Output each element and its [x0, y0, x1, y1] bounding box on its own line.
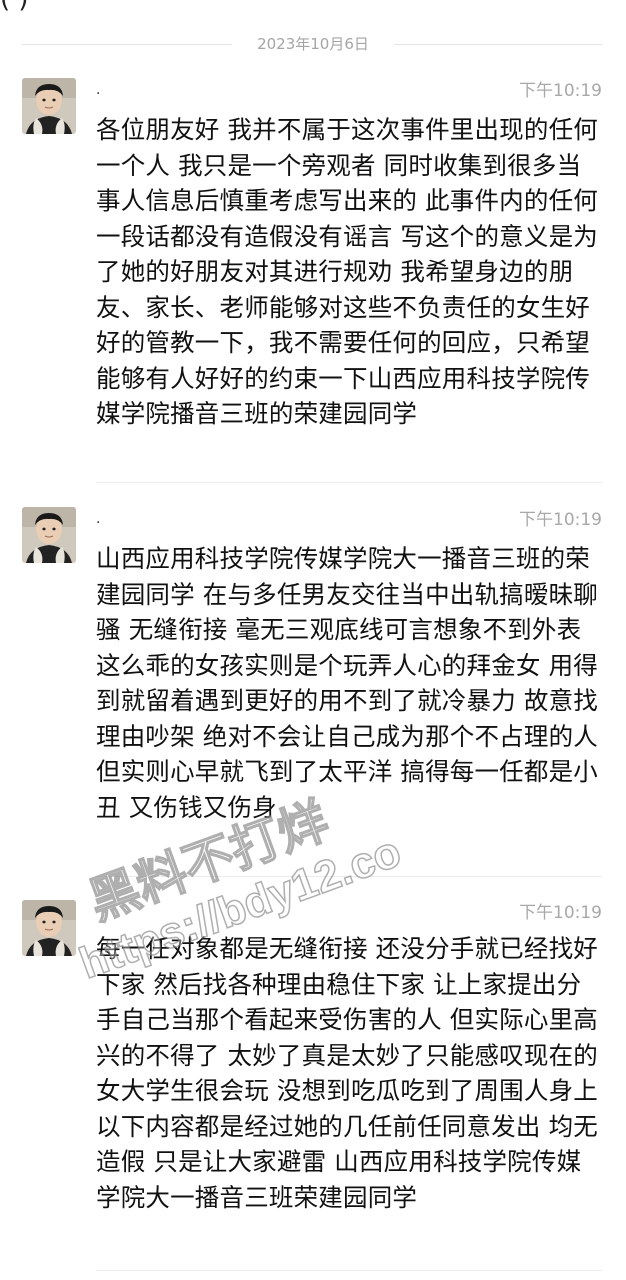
message-divider	[96, 876, 602, 877]
chat-message: . 下午10:19 各位朋友好 我并不属于这次事件里出现的任何一个人 我只是一个…	[0, 78, 626, 478]
avatar-photo-icon	[22, 900, 76, 956]
previous-message-fragment: ( )	[0, 0, 626, 12]
chat-message: 下午10:19 每一任对象都是无缝衔接 还没分手就已经找好下家 然后找各种理由稳…	[0, 900, 626, 1270]
sender-name: .	[96, 82, 101, 98]
message-time: 下午10:19	[519, 510, 602, 530]
sender-avatar[interactable]	[22, 78, 76, 134]
avatar-photo-icon	[22, 507, 76, 563]
message-time: 下午10:19	[519, 81, 602, 101]
message-text: 各位朋友好 我并不属于这次事件里出现的任何一个人 我只是一个旁观者 同时收集到很…	[96, 115, 598, 428]
message-divider	[96, 1270, 602, 1271]
date-divider-right	[394, 44, 602, 45]
chat-message: . 下午10:19 山西应用科技学院传媒学院大一播音三班的荣建园同学 在与多任男…	[0, 507, 626, 867]
message-time: 下午10:19	[519, 903, 602, 923]
avatar-photo-icon	[22, 78, 76, 134]
message-divider	[96, 482, 602, 483]
sender-name: .	[96, 511, 101, 527]
date-separator: 2023年10月6日	[0, 24, 626, 64]
sender-avatar[interactable]	[22, 900, 76, 956]
message-text: 山西应用科技学院传媒学院大一播音三班的荣建园同学 在与多任男友交往当中出轨搞暧昧…	[96, 544, 598, 822]
message-text: 每一任对象都是无缝衔接 还没分手就已经找好下家 然后找各种理由稳住下家 让上家提…	[96, 934, 598, 1212]
sender-avatar[interactable]	[22, 507, 76, 563]
